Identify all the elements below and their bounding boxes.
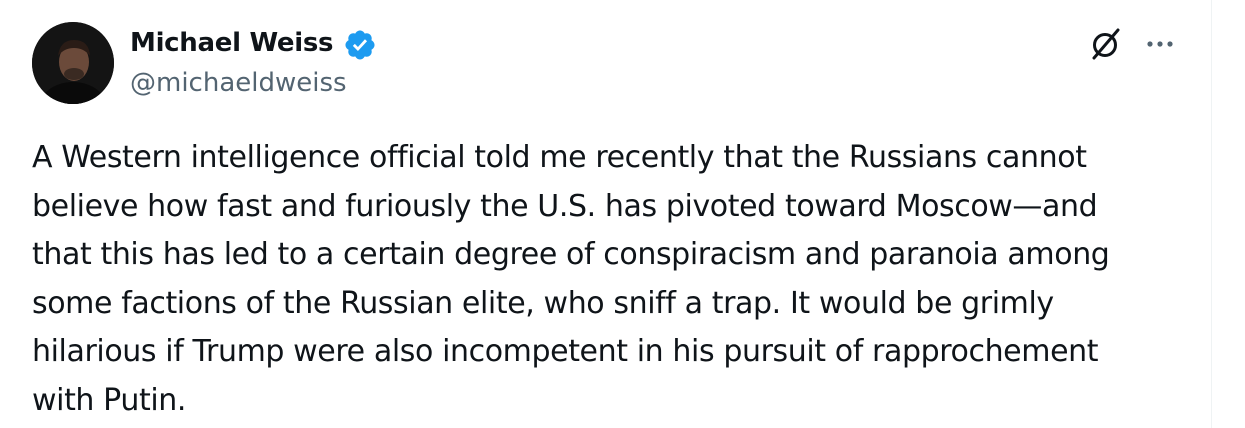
more-icon[interactable] xyxy=(1142,30,1178,58)
tweet-text-line: A Western intelligence official told me … xyxy=(32,140,1087,175)
avatar[interactable] xyxy=(32,22,114,104)
tweet-text-line: believe how fast and furiously the U.S. … xyxy=(32,188,1098,224)
tweet-text-line: some factions of the Russian elite, who … xyxy=(32,285,1054,321)
tweet-text: A Western intelligence official told me … xyxy=(32,134,1207,425)
author-name[interactable]: Michael Weiss xyxy=(130,26,334,60)
timeline-border xyxy=(1211,0,1212,428)
tweet-text-line: hilarious if Trump were also incompetent… xyxy=(32,334,1099,369)
author-handle[interactable]: @michaeldweiss xyxy=(130,66,347,100)
tweet-text-line: that this has led to a certain degree of… xyxy=(32,237,1110,272)
grok-icon[interactable] xyxy=(1088,26,1124,62)
verified-badge-icon[interactable] xyxy=(343,28,377,62)
tweet-text-line: with Putin. xyxy=(32,382,187,418)
avatar-image xyxy=(32,22,114,104)
